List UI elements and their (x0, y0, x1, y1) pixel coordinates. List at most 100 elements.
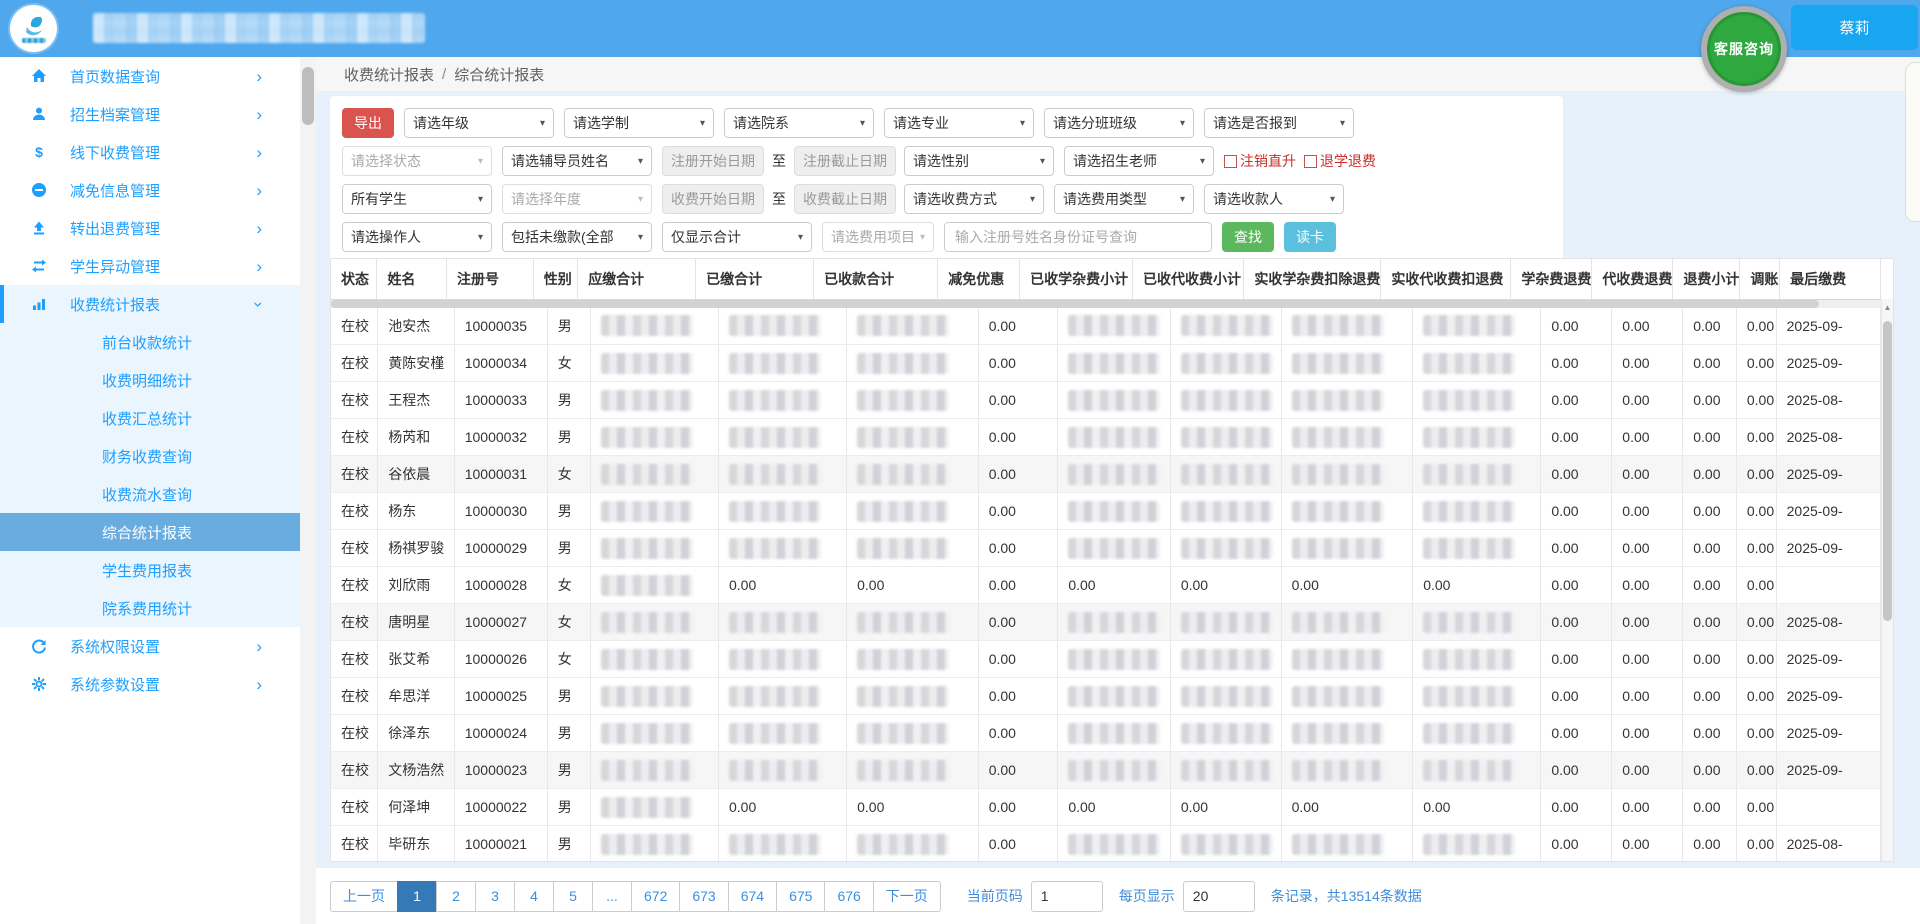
col-header-agency_received_subtotal[interactable]: 已收代收费小计 (1133, 259, 1244, 299)
table-row[interactable]: 在校牟思洋10000025男0.000.000.000.000.002025-0… (331, 678, 1881, 715)
reported-select[interactable]: 请选是否报到▾ (1204, 108, 1354, 138)
table-row[interactable]: 在校杨芮和10000032男0.000.000.000.000.002025-0… (331, 419, 1881, 456)
page-button-3[interactable]: 3 (475, 881, 515, 912)
col-header-paid_total[interactable]: 已缴合计 (696, 259, 814, 299)
pay-method-select[interactable]: 请选收费方式▾ (904, 184, 1044, 214)
gender-select[interactable]: 请选性别▾ (904, 146, 1054, 176)
table-horizontal-scrollbar-thumb[interactable] (331, 300, 1819, 308)
sidebar-item-upload[interactable]: 转出退费管理› (0, 209, 300, 247)
search-button[interactable]: 查找 (1222, 222, 1274, 252)
sidebar-item-minus-circle[interactable]: 减免信息管理› (0, 171, 300, 209)
table-row[interactable]: 在校唐明星10000027女0.000.000.000.000.002025-0… (331, 604, 1881, 641)
class-select[interactable]: 请选分班班级▾ (1044, 108, 1194, 138)
breadcrumb-parent[interactable]: 收费统计报表 (344, 64, 434, 85)
major-select[interactable]: 请选专业▾ (884, 108, 1034, 138)
right-drawer-handle[interactable] (1905, 62, 1920, 222)
sidebar-subitem[interactable]: 综合统计报表 (0, 513, 300, 551)
sidebar-item-home[interactable]: 首页数据查询› (0, 57, 300, 95)
support-badge[interactable]: 客服咨询 (1701, 6, 1787, 92)
fee-item-select[interactable]: 请选费用项目▾ (822, 222, 934, 252)
summary-only-select[interactable]: 仅显示合计▾ (662, 222, 812, 252)
fee-end-date-input[interactable]: 收费截止日期 (794, 184, 896, 214)
table-row[interactable]: 在校刘欣雨10000028女0.000.000.000.000.000.000.… (331, 567, 1881, 604)
table-vertical-scrollbar-thumb[interactable] (1883, 321, 1892, 621)
register-end-date-input[interactable]: 注册截止日期 (794, 146, 896, 176)
fee-start-date-input[interactable]: 收费开始日期 (662, 184, 764, 214)
sidebar-item-user[interactable]: 招生档案管理› (0, 95, 300, 133)
sidebar-subitem[interactable]: 收费明细统计 (0, 361, 300, 399)
checkbox-box[interactable] (1224, 155, 1237, 168)
table-row[interactable]: 在校王程杰10000033男0.000.000.000.000.002025-0… (331, 382, 1881, 419)
col-header-last_payment[interactable]: 最后缴费 (1780, 259, 1881, 299)
recruiter-select[interactable]: 请选招生老师▾ (1064, 146, 1214, 176)
table-row[interactable]: 在校黄陈安槿10000034女0.000.000.000.000.002025-… (331, 345, 1881, 382)
dropout-refund-checkbox[interactable]: 退学退费 (1304, 151, 1376, 171)
sidebar-subitem[interactable]: 前台收款统计 (0, 323, 300, 361)
sidebar-scrollbar[interactable] (300, 57, 316, 924)
cancel-promote-checkbox[interactable]: 注销直升 (1224, 151, 1296, 171)
sidebar-scrollbar-thumb[interactable] (302, 67, 314, 125)
col-header-discount[interactable]: 减免优惠 (938, 259, 1020, 299)
table-row[interactable]: 在校毕研东10000021男0.000.000.000.000.002025-0… (331, 826, 1881, 862)
col-header-gender[interactable]: 性别 (533, 259, 577, 299)
table-row[interactable]: 在校张艾希10000026女0.000.000.000.000.002025-0… (331, 641, 1881, 678)
table-row[interactable]: 在校徐泽东10000024男0.000.000.000.000.002025-0… (331, 715, 1881, 752)
col-header-received_total[interactable]: 已收款合计 (814, 259, 938, 299)
page-button-675[interactable]: 675 (776, 881, 825, 912)
sidebar-item-permissions[interactable]: 系统权限设置› (0, 627, 300, 665)
scroll-up-arrow-icon[interactable]: ▲ (1882, 299, 1893, 315)
export-button[interactable]: 导出 (342, 108, 394, 138)
sidebar-subitem[interactable]: 院系费用统计 (0, 589, 300, 627)
sidebar-subitem[interactable]: 收费汇总统计 (0, 399, 300, 437)
sidebar-item-bar-chart[interactable]: 收费统计报表› (0, 285, 300, 323)
table-row[interactable]: 在校谷依晨10000031女0.000.000.000.000.002025-0… (331, 456, 1881, 493)
prev-page-button[interactable]: 上一页 (330, 881, 398, 912)
table-row[interactable]: 在校文杨浩然10000023男0.000.000.000.000.002025-… (331, 752, 1881, 789)
all-students-select[interactable]: 所有学生▾ (342, 184, 492, 214)
fee-type-select[interactable]: 请选费用类型▾ (1054, 184, 1194, 214)
sidebar-subitem[interactable]: 收费流水查询 (0, 475, 300, 513)
page-button-1[interactable]: 1 (397, 881, 437, 912)
page-button-2[interactable]: 2 (436, 881, 476, 912)
page-button-5[interactable]: 5 (553, 881, 593, 912)
sidebar-item-dollar[interactable]: $线下收费管理› (0, 133, 300, 171)
checkbox-box[interactable] (1304, 155, 1317, 168)
page-button-674[interactable]: 674 (728, 881, 777, 912)
sidebar-item-transfer[interactable]: 学生异动管理› (0, 247, 300, 285)
table-vertical-scrollbar[interactable]: ▲ (1881, 299, 1893, 861)
table-row[interactable]: 在校杨祺罗骏10000029男0.000.000.000.000.002025-… (331, 530, 1881, 567)
include-unpaid-select[interactable]: 包括未缴款(全部▾ (502, 222, 652, 252)
search-input[interactable] (944, 222, 1212, 252)
page-button-673[interactable]: 673 (679, 881, 728, 912)
sidebar-subitem[interactable]: 学生费用报表 (0, 551, 300, 589)
table-horizontal-scrollbar[interactable] (331, 300, 1881, 308)
col-header-adjustment[interactable]: 调账 (1740, 259, 1780, 299)
college-select[interactable]: 请选院系▾ (724, 108, 874, 138)
col-header-name[interactable]: 姓名 (377, 259, 447, 299)
counselor-select[interactable]: 请选辅导员姓名▾ (502, 146, 652, 176)
user-button[interactable]: 蔡莉 (1791, 5, 1918, 50)
page-button-4[interactable]: 4 (514, 881, 554, 912)
operator-select[interactable]: 请选操作人▾ (342, 222, 492, 252)
col-header-tuition_net_of_refund[interactable]: 实收学杂费扣除退费 (1244, 259, 1381, 299)
table-row[interactable]: 在校杨东10000030男0.000.000.000.000.002025-09… (331, 493, 1881, 530)
col-header-agency_net_of_refund[interactable]: 实收代收费扣退费 (1381, 259, 1511, 299)
page-button-672[interactable]: 672 (631, 881, 680, 912)
sidebar-subitem[interactable]: 财务收费查询 (0, 437, 300, 475)
col-header-due_total[interactable]: 应缴合计 (578, 259, 696, 299)
grade-select[interactable]: 请选年级▾ (404, 108, 554, 138)
current-page-input[interactable] (1031, 881, 1103, 912)
table-row[interactable]: 在校池安杰10000035男0.000.000.000.000.002025-0… (331, 308, 1881, 345)
col-header-refund_subtotal[interactable]: 退费小计 (1673, 259, 1740, 299)
sidebar-item-gear[interactable]: 系统参数设置› (0, 665, 300, 703)
page-size-input[interactable] (1183, 881, 1255, 912)
next-page-button[interactable]: 下一页 (873, 881, 941, 912)
col-header-reg_no[interactable]: 注册号 (447, 259, 534, 299)
table-row[interactable]: 在校何泽坤10000022男0.000.000.000.000.000.000.… (331, 789, 1881, 826)
schooling-length-select[interactable]: 请选学制▾ (564, 108, 714, 138)
status-select[interactable]: 请选择状态▾ (342, 146, 492, 176)
col-header-tuition_received_subtotal[interactable]: 已收学杂费小计 (1020, 259, 1133, 299)
col-header-status[interactable]: 状态 (331, 259, 377, 299)
col-header-agency_refund[interactable]: 代收费退费 (1592, 259, 1673, 299)
year-select[interactable]: 请选择年度▾ (502, 184, 652, 214)
